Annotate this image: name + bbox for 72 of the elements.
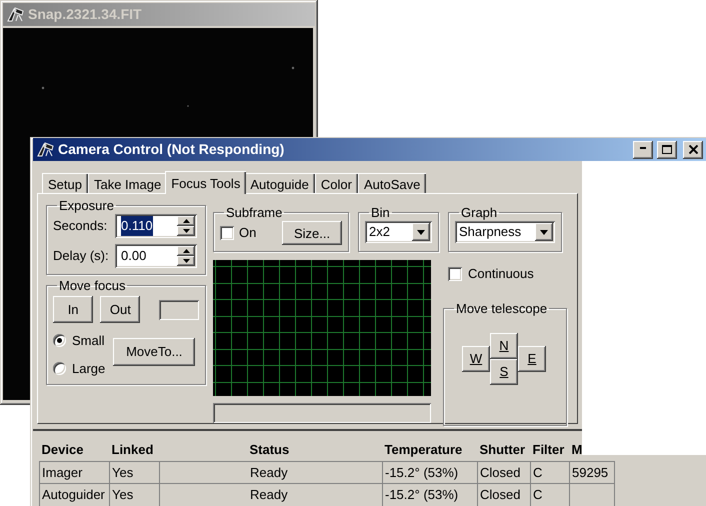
graph-dropdown[interactable]: Sharpness <box>455 221 555 243</box>
spin-up-button[interactable] <box>177 246 195 256</box>
in-button[interactable]: In <box>53 296 94 323</box>
column-header: M <box>570 439 614 461</box>
position-field[interactable] <box>159 300 199 320</box>
table-cell: Ready <box>160 461 382 484</box>
table-cell: Closed <box>478 484 530 506</box>
spin-up-button[interactable] <box>177 216 195 226</box>
direction-button[interactable]: E <box>518 346 546 372</box>
radio-button[interactable] <box>53 362 66 375</box>
maximize-button[interactable] <box>657 140 677 158</box>
minimize-icon <box>640 146 646 148</box>
maximize-icon <box>662 145 672 154</box>
out-button[interactable]: Out <box>100 296 140 323</box>
column-header: Filter <box>530 439 570 461</box>
tab[interactable]: Autoguide <box>244 173 315 193</box>
group-title: Graph <box>460 206 498 219</box>
spin-down-button[interactable] <box>177 226 195 236</box>
minimize-button[interactable] <box>633 140 653 158</box>
table-cell: Imager <box>40 461 110 484</box>
radio-label: Small <box>72 332 105 350</box>
table-cell: Autoguider <box>40 484 110 506</box>
checkbox-label: Continuous <box>468 265 534 283</box>
table-cell: C <box>530 461 570 484</box>
radio-button[interactable] <box>53 334 66 348</box>
arrow-up-icon <box>182 219 190 223</box>
tab[interactable]: Take Image <box>88 173 168 193</box>
bin-dropdown[interactable]: 2x2 <box>365 221 432 243</box>
table-cell: C <box>530 484 570 506</box>
tab[interactable]: Focus Tools <box>165 171 246 194</box>
close-icon <box>688 145 698 154</box>
field-label: Delay (s): <box>53 247 110 266</box>
arrow-up-icon <box>182 249 190 253</box>
group-title: Exposure <box>58 199 115 212</box>
checkbox[interactable] <box>448 266 462 281</box>
checkbox-label: On <box>239 224 256 242</box>
column-header: Device <box>40 439 110 461</box>
group-title: Subframe <box>225 206 284 219</box>
column-header: Temperature <box>382 439 478 461</box>
column-header: Linked <box>110 439 160 461</box>
telescope-icon <box>6 6 24 23</box>
table-cell: Closed <box>478 461 530 484</box>
dropdown-arrow-icon <box>417 230 425 234</box>
tab[interactable]: Color <box>314 173 358 193</box>
direction-button[interactable]: N <box>490 332 518 358</box>
spin-down-button[interactable] <box>177 256 195 266</box>
tab[interactable]: Setup <box>42 173 88 193</box>
group-title: Move focus <box>58 279 126 292</box>
table-cell: -15.2° (53%) <box>382 484 478 506</box>
field-label: Seconds: <box>53 217 108 236</box>
column-header: Shutter <box>478 439 530 461</box>
table-cell: Yes <box>110 484 160 506</box>
tab[interactable]: AutoSave <box>358 173 426 193</box>
column-header: Status <box>160 439 382 461</box>
close-button[interactable] <box>683 140 703 158</box>
arrow-down-icon <box>182 229 190 233</box>
table-cell: 59295 <box>570 461 614 484</box>
move-to-button[interactable]: MoveTo... <box>113 338 196 366</box>
window-title: Snap.2321.34.FIT <box>28 5 142 24</box>
group-title: Move telescope <box>455 302 548 314</box>
table-cell: Yes <box>110 461 160 484</box>
arrow-down-icon <box>182 259 190 263</box>
window-title: Camera Control (Not Responding) <box>58 140 284 159</box>
telescope-icon <box>36 141 54 158</box>
group-title: Bin <box>370 206 391 219</box>
radio-label: Large <box>72 360 106 378</box>
dropdown-arrow-icon <box>540 230 548 234</box>
size-button[interactable]: Size... <box>282 221 342 245</box>
direction-button[interactable]: W <box>462 346 490 372</box>
checkbox[interactable] <box>220 226 234 240</box>
table-cell: -15.2° (53%) <box>382 461 478 484</box>
direction-button[interactable]: S <box>490 358 518 384</box>
